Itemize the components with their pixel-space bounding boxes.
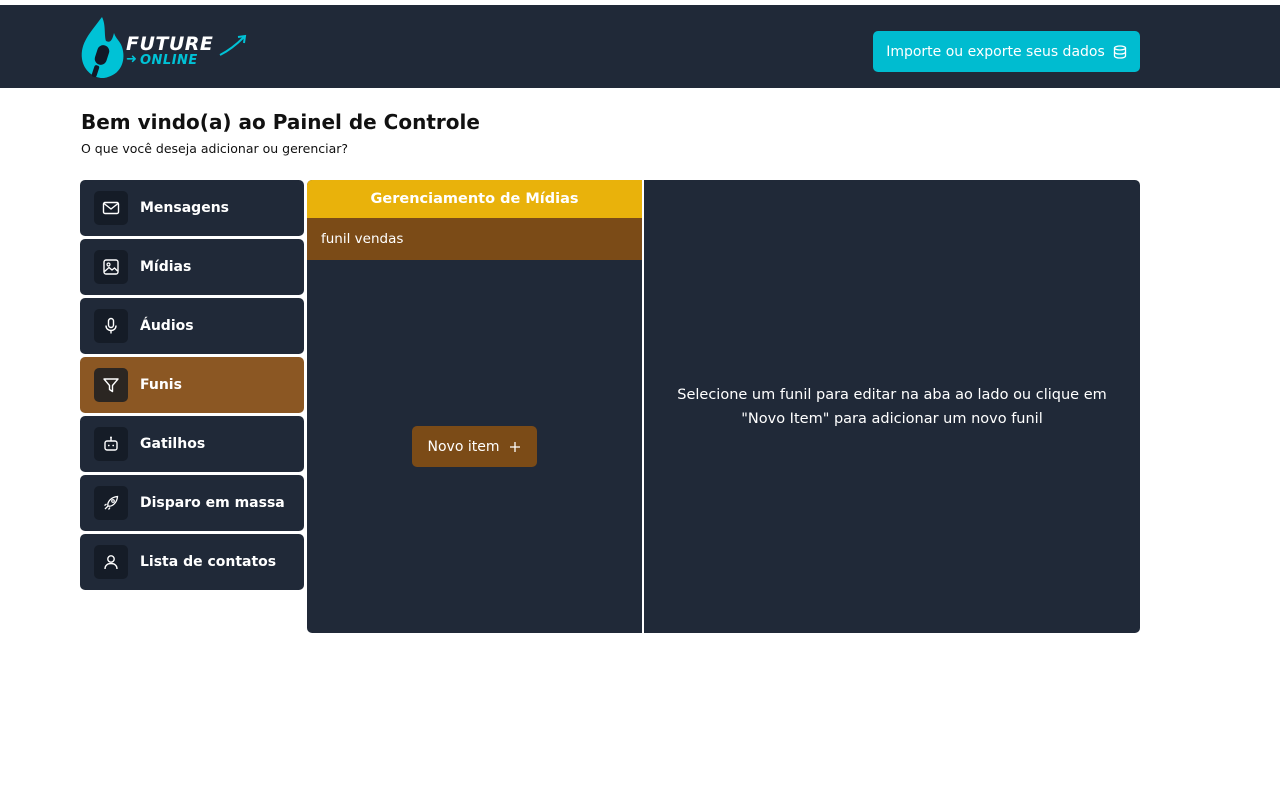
sidebar-item-midias[interactable]: Mídias bbox=[80, 239, 304, 295]
page-subtitle: O que você deseja adicionar ou gerenciar… bbox=[81, 141, 349, 156]
funnel-editor-panel: Selecione um funil para editar na aba ao… bbox=[644, 180, 1140, 633]
sidebar-item-disparo-em-massa[interactable]: Disparo em massa bbox=[80, 475, 304, 531]
robot-icon bbox=[94, 427, 128, 461]
sidebar-item-label: Lista de contatos bbox=[140, 554, 277, 570]
logo-text-future: FUTURE bbox=[126, 33, 214, 55]
brand-logo[interactable]: FUTURE ➜ ONLINE bbox=[80, 15, 250, 81]
plus-icon bbox=[510, 441, 521, 452]
microphone-icon bbox=[94, 309, 128, 343]
sidebar-item-mensagens[interactable]: Mensagens bbox=[80, 180, 304, 236]
filter-icon bbox=[94, 368, 128, 402]
sidebar-item-label: Disparo em massa bbox=[140, 495, 285, 511]
header-bar: FUTURE ➜ ONLINE Importe ou exporte seus … bbox=[0, 5, 1280, 88]
sidebar-item-label: Gatilhos bbox=[140, 436, 206, 452]
sidebar-item-label: Funis bbox=[140, 377, 182, 393]
mail-icon bbox=[94, 191, 128, 225]
media-panel-heading: Gerenciamento de Mídias bbox=[307, 180, 642, 218]
image-icon bbox=[94, 250, 128, 284]
sidebar-item-lista-de-contatos[interactable]: Lista de contatos bbox=[80, 534, 304, 590]
sidebar-item-label: Mídias bbox=[140, 259, 192, 275]
import-export-button[interactable]: Importe ou exporte seus dados bbox=[873, 31, 1140, 72]
logo-text-online: ONLINE bbox=[140, 53, 198, 68]
sidebar-item-audios[interactable]: Áudios bbox=[80, 298, 304, 354]
sidebar-item-gatilhos[interactable]: Gatilhos bbox=[80, 416, 304, 472]
page-title: Bem vindo(a) ao Painel de Controle bbox=[81, 110, 480, 134]
new-item-label: Novo item bbox=[427, 438, 500, 455]
sidebar-item-label: Mensagens bbox=[140, 200, 229, 216]
database-icon bbox=[1113, 44, 1126, 59]
swoosh-arrow-icon bbox=[219, 34, 247, 56]
media-management-panel: Gerenciamento de Mídias funil vendas Nov… bbox=[307, 180, 642, 633]
sidebar-item-label: Áudios bbox=[140, 318, 194, 334]
import-export-label: Importe ou exporte seus dados bbox=[886, 43, 1105, 60]
rocket-icon bbox=[94, 486, 128, 520]
sidebar-item-funis[interactable]: Funis bbox=[80, 357, 304, 413]
user-icon bbox=[94, 545, 128, 579]
new-item-button[interactable]: Novo item bbox=[412, 426, 537, 467]
empty-state-message: Selecione um funil para editar na aba ao… bbox=[677, 386, 1107, 427]
funnel-list-item[interactable]: funil vendas bbox=[307, 218, 642, 260]
arrow-right-icon: ➜ bbox=[126, 52, 137, 67]
flame-microphone-icon bbox=[81, 17, 124, 79]
